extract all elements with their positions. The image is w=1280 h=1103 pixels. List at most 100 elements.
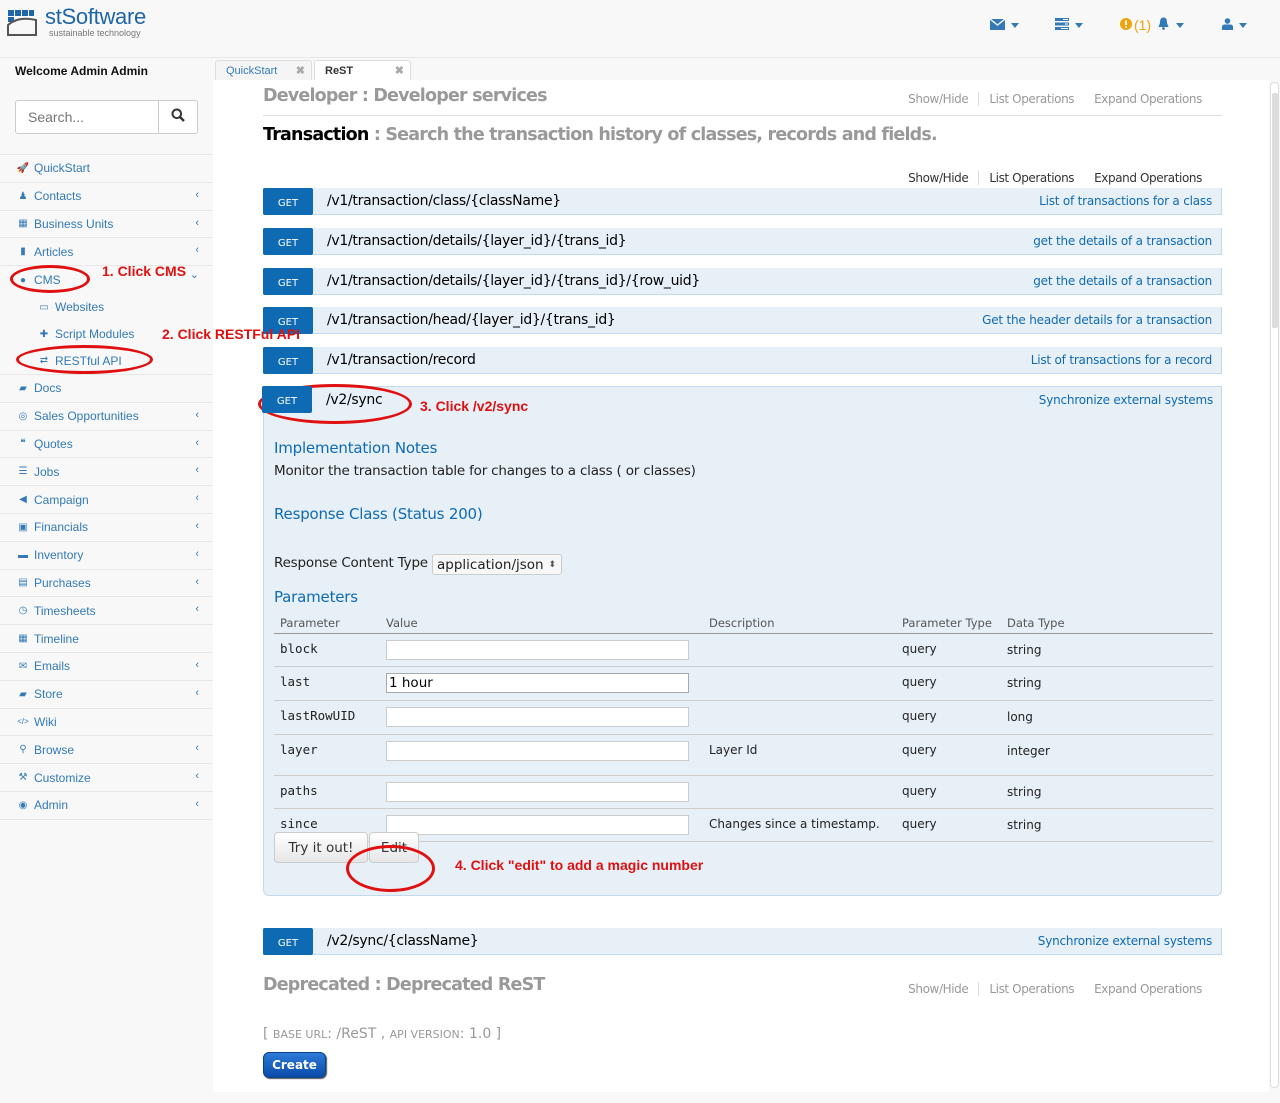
parameter-type: query	[902, 675, 937, 689]
http-method-badge[interactable]: GET	[263, 187, 313, 215]
envelope-icon: ✉	[18, 660, 28, 672]
chevron-left-icon: ‹	[195, 547, 199, 560]
sidebar-item-customize[interactable]: ⚒ Customize ‹	[0, 764, 213, 792]
chevron-left-icon: ‹	[195, 519, 199, 532]
sidebar-item-wiki[interactable]: </> Wiki	[0, 709, 213, 737]
list-operations-link[interactable]: List Operations	[979, 171, 1084, 185]
parameter-value-input[interactable]	[386, 673, 689, 693]
select-arrows-icon: ⬍	[548, 559, 556, 570]
create-button[interactable]: Create	[263, 1052, 326, 1078]
search-button[interactable]	[158, 101, 197, 133]
show-hide-link[interactable]: Show/Hide	[898, 982, 980, 996]
welcome-text: Welcome Admin Admin	[15, 64, 148, 78]
parameter-value-input[interactable]	[386, 782, 689, 802]
operation-summary[interactable]: List of transactions for a record	[1031, 353, 1212, 367]
parameter-value-input[interactable]	[386, 815, 689, 835]
parameter-value-input[interactable]	[386, 741, 689, 761]
section-title[interactable]: Deprecated : Deprecated ReST	[263, 975, 545, 995]
sidebar-item-inventory[interactable]: ▬ Inventory ‹	[0, 542, 213, 570]
brand-name: stSoftware	[45, 4, 146, 29]
messages-dropdown[interactable]	[989, 14, 1019, 36]
expand-operations-link[interactable]: Expand Operations	[1084, 982, 1212, 996]
response-content-type-select[interactable]: application/json ⬍	[432, 554, 562, 575]
operation-row[interactable]: GET/v2/sync/{className} Synchronize exter…	[263, 927, 1222, 955]
section-developer: Developer : Developer services Show/Hide…	[263, 86, 1222, 116]
http-method-badge[interactable]: GET	[263, 346, 313, 374]
parameters-header-row: Parameter Value Description Parameter Ty…	[274, 613, 1213, 634]
http-method-badge[interactable]: GET	[263, 267, 313, 295]
sidebar-item-docs[interactable]: ▰ Docs	[0, 375, 213, 403]
sidebar-item-campaign[interactable]: ◀ Campaign ‹	[0, 486, 213, 514]
expand-operations-link[interactable]: Expand Operations	[1084, 171, 1212, 185]
sidebar-item-timeline[interactable]: ▦ Timeline	[0, 625, 213, 653]
operation-summary[interactable]: get the details of a transaction	[1033, 234, 1212, 248]
sidebar-item-jobs[interactable]: ☰ Jobs ‹	[0, 458, 213, 487]
list-operations-link[interactable]: List Operations	[979, 92, 1084, 106]
sidebar-item-websites[interactable]: ▭ Websites	[0, 294, 213, 321]
user-dropdown[interactable]	[1222, 14, 1247, 36]
operation-row[interactable]: GET/v1/transaction/details/{layer_id}/{t…	[263, 227, 1222, 255]
scrollbar-thumb[interactable]	[1272, 93, 1278, 328]
operation-summary[interactable]: Get the header details for a transaction	[982, 313, 1212, 327]
sidebar-item-sales-opportunities[interactable]: ◎ Sales Opportunities ‹	[0, 403, 213, 431]
tasks-icon: ☰	[18, 466, 28, 478]
operation-row[interactable]: GET/v1/transaction/record List of transac…	[263, 346, 1222, 374]
operation-row[interactable]: GET/v1/transaction/details/{layer_id}/{t…	[263, 267, 1222, 295]
tasks-dropdown[interactable]	[1055, 14, 1083, 36]
sidebar-item-contacts[interactable]: ♟ Contacts ‹	[0, 183, 213, 211]
logo[interactable]: stSoftware sustainable technology	[6, 6, 146, 42]
content-scrollbar[interactable]	[1270, 82, 1279, 1088]
parameter-name: last	[280, 674, 311, 689]
expand-operations-link[interactable]: Expand Operations	[1084, 92, 1212, 106]
operation-summary[interactable]: Synchronize external systems	[1039, 393, 1213, 407]
operation-path[interactable]: /v1/transaction/record	[327, 352, 476, 368]
operation-path[interactable]: /v1/transaction/details/{layer_id}/{tran…	[327, 233, 627, 249]
dashboard-icon: ◉	[18, 799, 28, 811]
show-hide-link[interactable]: Show/Hide	[898, 92, 980, 106]
operation-row[interactable]: GET/v1/transaction/class/{className} List…	[263, 187, 1222, 215]
close-icon[interactable]: ✖	[296, 64, 305, 77]
chevron-left-icon: ‹	[195, 408, 199, 421]
http-method-badge[interactable]: GET	[263, 227, 313, 255]
http-method-badge[interactable]: GET	[263, 927, 313, 955]
notifications-dropdown[interactable]: (1)	[1120, 14, 1185, 36]
sidebar-item-label: Script Modules	[55, 327, 135, 342]
close-icon[interactable]: ✖	[395, 64, 404, 77]
section-title[interactable]: Transaction : Search the transaction his…	[263, 125, 938, 145]
response-class-heading[interactable]: Response Class (Status 200)	[274, 505, 483, 523]
sidebar-item-business-units[interactable]: ▦ Business Units ‹	[0, 211, 213, 239]
operation-summary[interactable]: Synchronize external systems	[1038, 934, 1212, 948]
parameter-description: Layer Id	[709, 743, 758, 757]
sidebar-item-browse[interactable]: ⚲ Browse ‹	[0, 736, 213, 765]
chevron-left-icon: ‹	[195, 188, 199, 201]
operation-row[interactable]: GET/v1/transaction/head/{layer_id}/{tran…	[263, 306, 1222, 334]
sidebar-item-admin[interactable]: ◉ Admin ‹	[0, 792, 213, 820]
operation-path[interactable]: /v1/transaction/head/{layer_id}/{trans_i…	[327, 312, 616, 328]
archive-icon: ▬	[18, 549, 28, 561]
sidebar-item-quotes[interactable]: ❝ Quotes ‹	[0, 431, 213, 459]
parameter-value-input[interactable]	[386, 640, 689, 660]
parameter-value-input[interactable]	[386, 707, 689, 727]
tab-quickstart[interactable]: QuickStart ✖	[215, 60, 312, 80]
show-hide-link[interactable]: Show/Hide	[898, 171, 980, 185]
section-title[interactable]: Developer : Developer services	[263, 86, 548, 106]
sidebar-item-financials[interactable]: ▣ Financials ‹	[0, 514, 213, 542]
parameter-description: Changes since a timestamp.	[709, 817, 880, 831]
sidebar-item-purchases[interactable]: ▤ Purchases ‹	[0, 570, 213, 598]
http-method-badge[interactable]: GET	[262, 386, 312, 413]
operation-path[interactable]: /v1/transaction/class/{className}	[327, 193, 561, 209]
search-input[interactable]	[16, 101, 158, 133]
operation-summary[interactable]: List of transactions for a class	[1039, 194, 1212, 208]
sidebar-item-emails[interactable]: ✉ Emails ‹	[0, 653, 213, 681]
operation-row[interactable]: GET/v2/sync Synchronize external systems	[262, 386, 1222, 413]
tab-rest[interactable]: ReST ✖	[314, 60, 411, 80]
operation-summary[interactable]: get the details of a transaction	[1033, 274, 1212, 288]
data-type: string	[1007, 676, 1042, 690]
sidebar-item-quickstart[interactable]: 🚀 QuickStart	[0, 155, 213, 183]
sidebar-item-timesheets[interactable]: ◷ Timesheets ‹	[0, 597, 213, 626]
list-operations-link[interactable]: List Operations	[979, 982, 1084, 996]
sidebar-item-store[interactable]: ▰ Store ‹	[0, 681, 213, 709]
operation-path[interactable]: /v1/transaction/details/{layer_id}/{tran…	[327, 273, 700, 289]
operation-path[interactable]: /v2/sync/{className}	[327, 933, 479, 949]
operation-path[interactable]: /v2/sync	[326, 392, 383, 408]
